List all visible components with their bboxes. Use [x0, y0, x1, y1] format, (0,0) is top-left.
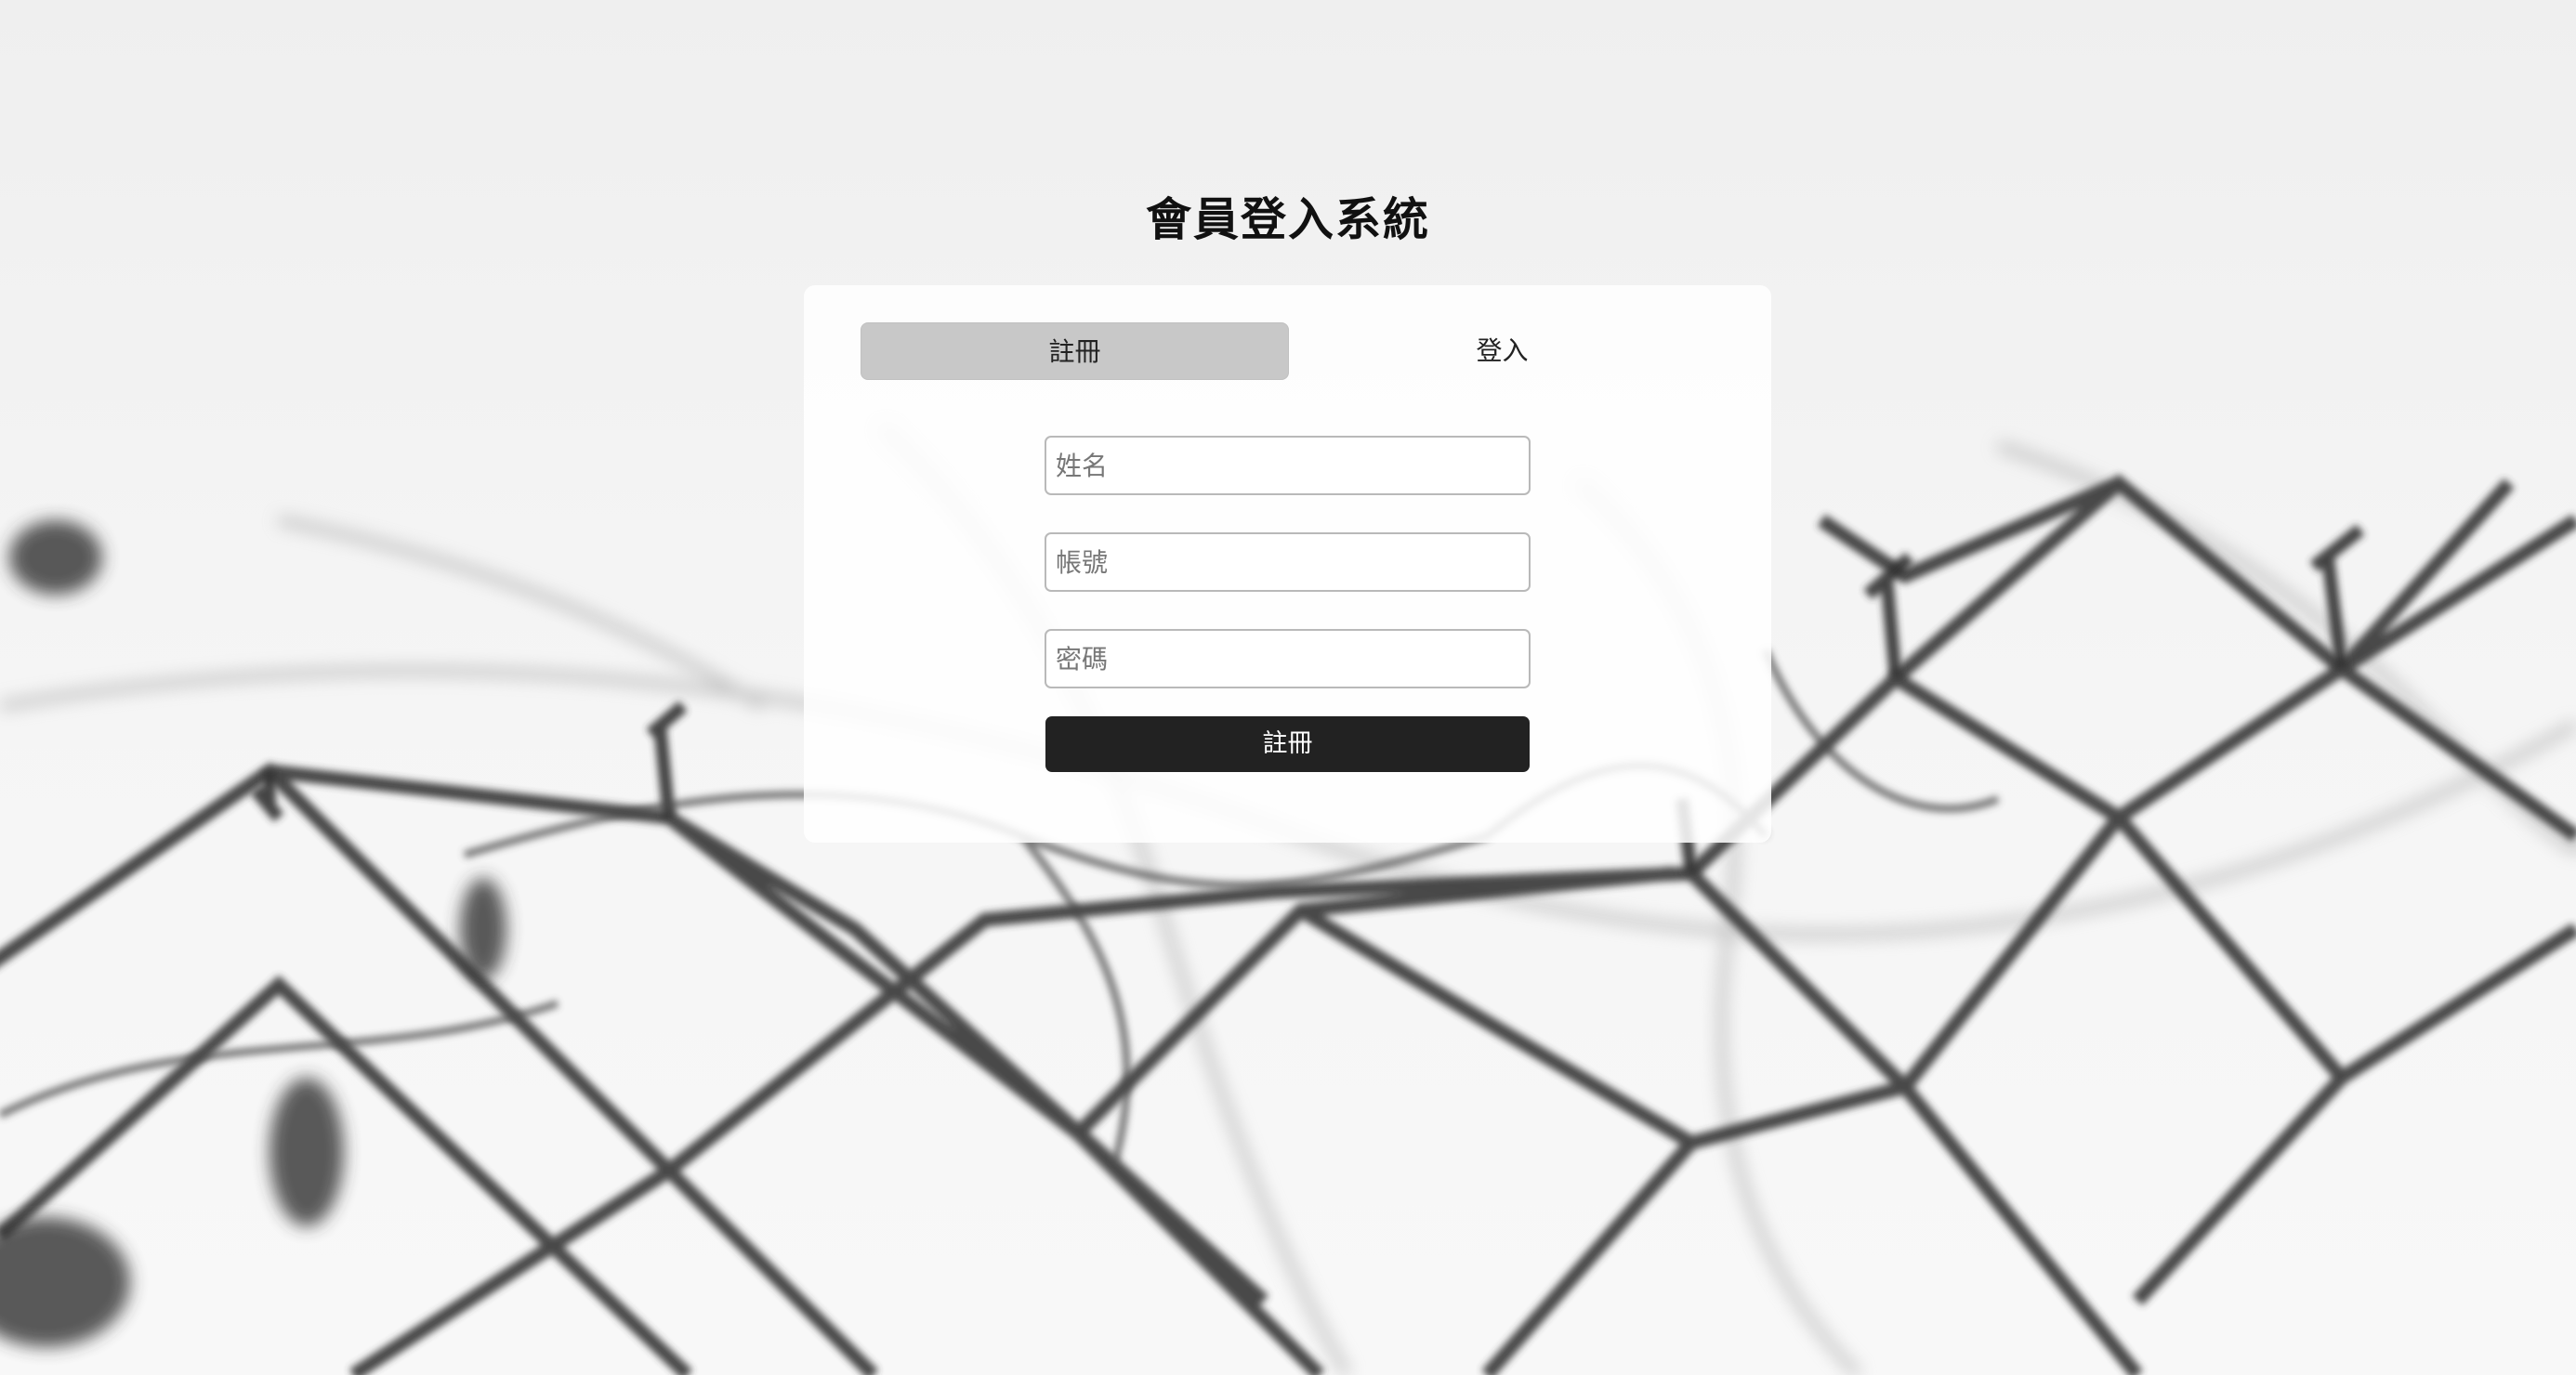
account-input[interactable]	[1045, 532, 1531, 592]
tab-register[interactable]: 註冊	[861, 322, 1289, 380]
name-input[interactable]	[1045, 436, 1531, 495]
signup-card: 註冊 登入 註冊	[804, 285, 1771, 843]
page-title: 會員登入系統	[1145, 192, 1430, 246]
tab-login[interactable]: 登入	[1288, 322, 1716, 380]
register-submit-button[interactable]: 註冊	[1045, 716, 1530, 772]
password-input[interactable]	[1045, 629, 1531, 688]
